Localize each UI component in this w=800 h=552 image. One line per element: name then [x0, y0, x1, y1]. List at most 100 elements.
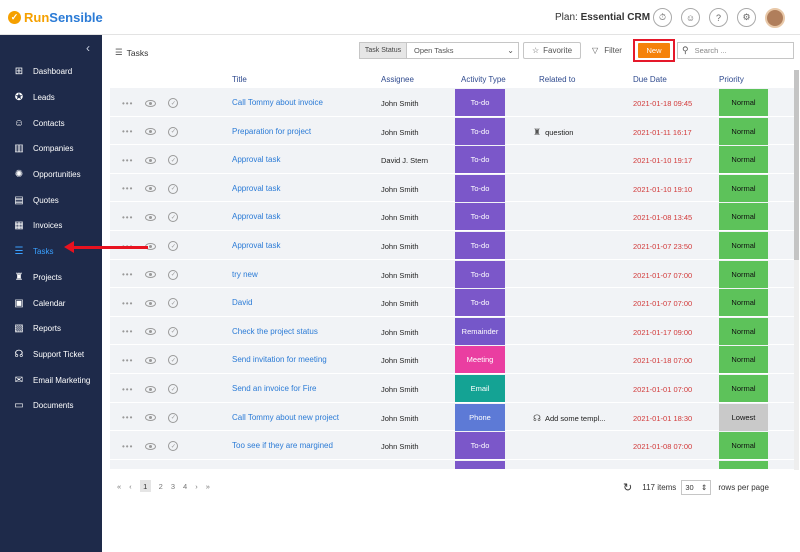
- task-title-link[interactable]: David: [232, 298, 252, 307]
- table-row[interactable]: ••• ✓ Preparation for project John Smith To-…: [110, 116, 796, 146]
- sidebar-item-documents[interactable]: ▭ Documents: [0, 393, 102, 419]
- page-size-select[interactable]: 30 ⇕: [681, 480, 712, 495]
- task-title-link[interactable]: Send invitation for meeting: [232, 355, 327, 364]
- task-title-link[interactable]: Approval task: [232, 155, 280, 164]
- column-due-date[interactable]: Due Date: [633, 75, 667, 84]
- more-actions-icon[interactable]: •••: [122, 385, 133, 394]
- complete-check-icon[interactable]: ✓: [168, 355, 179, 366]
- favorite-button[interactable]: ☆ Favorite: [523, 42, 581, 59]
- eye-icon[interactable]: [145, 356, 157, 364]
- eye-icon[interactable]: [145, 99, 157, 107]
- complete-check-icon[interactable]: ✓: [168, 269, 179, 280]
- table-row[interactable]: •••✓Approval taskJohn SmithTo-do2021-01-…: [110, 231, 796, 260]
- more-actions-icon[interactable]: •••: [122, 413, 133, 422]
- sidebar-item-leads[interactable]: ✪ Leads: [0, 85, 102, 111]
- eye-icon[interactable]: [145, 156, 157, 164]
- sidebar-item-email-marketing[interactable]: ✉ Email Marketing: [0, 367, 102, 393]
- table-row[interactable]: ••• ✓ try new John Smith To-do 2021-01-07 07:…: [110, 259, 796, 289]
- sidebar-item-calendar[interactable]: ▣ Calendar: [0, 290, 102, 316]
- table-row[interactable]: ••• ✓ David John Smith To-do 2021-01-07 07:00…: [110, 288, 796, 317]
- sidebar-item-quotes[interactable]: ▤ Quotes: [0, 187, 102, 213]
- complete-check-icon[interactable]: ✓: [168, 241, 179, 251]
- sidebar-item-opportunities[interactable]: ✺ Opportunities: [0, 162, 102, 188]
- sidebar-item-support-ticket[interactable]: ☊ Support Ticket: [0, 342, 102, 368]
- sidebar-item-reports[interactable]: ▧ Reports: [0, 316, 102, 342]
- sidebar-item-invoices[interactable]: ▦ Invoices: [0, 213, 102, 239]
- table-row[interactable]: ••• ✓ Too see if they are margined John Smi…: [110, 431, 796, 460]
- complete-check-icon[interactable]: ✓: [168, 298, 179, 309]
- prev-page-button[interactable]: ‹: [129, 482, 132, 491]
- table-row[interactable]: ••• ✓ Check the project status John Smith Re…: [110, 316, 796, 346]
- eye-icon[interactable]: [145, 328, 157, 336]
- more-actions-icon[interactable]: •••: [122, 156, 133, 165]
- more-actions-icon[interactable]: •••: [122, 442, 133, 451]
- eye-icon[interactable]: [145, 385, 157, 393]
- help-icon[interactable]: ?: [709, 8, 728, 27]
- filter-button[interactable]: ▽ Filter: [584, 42, 630, 59]
- more-actions-icon[interactable]: •••: [122, 184, 133, 193]
- complete-check-icon[interactable]: ✓: [168, 384, 179, 394]
- column-activity-type[interactable]: Activity Type: [461, 75, 506, 84]
- first-page-button[interactable]: «: [117, 482, 121, 491]
- more-actions-icon[interactable]: •••: [122, 270, 133, 279]
- more-actions-icon[interactable]: •••: [122, 356, 133, 365]
- sidebar-item-contacts[interactable]: ☺ Contacts: [0, 110, 102, 136]
- eye-icon[interactable]: [145, 213, 157, 221]
- more-actions-icon[interactable]: •••: [122, 327, 133, 336]
- complete-check-icon[interactable]: ✓: [168, 212, 179, 223]
- vertical-scrollbar[interactable]: [794, 70, 799, 470]
- task-title-link[interactable]: Preparation for project: [232, 127, 311, 136]
- complete-check-icon[interactable]: ✓: [168, 126, 179, 137]
- eye-icon[interactable]: [145, 185, 157, 193]
- page-4-button[interactable]: 4: [183, 482, 187, 491]
- table-row[interactable]: ••• ✓ Call Tommy about invoice John Smith To…: [110, 88, 796, 117]
- collapse-sidebar-icon[interactable]: ‹: [86, 41, 90, 55]
- column-related-to[interactable]: Related to: [539, 75, 575, 84]
- table-row[interactable]: •••✓we should testJohn SmithTo-do2021-01…: [110, 459, 796, 469]
- task-status-select[interactable]: Open Tasks ⌄: [407, 42, 519, 59]
- task-title-link[interactable]: try new: [232, 270, 258, 279]
- more-actions-icon[interactable]: •••: [122, 127, 133, 136]
- eye-icon[interactable]: [145, 442, 157, 450]
- sidebar-item-companies[interactable]: ▥ Companies: [0, 136, 102, 162]
- table-row[interactable]: ••• ✓ Approval task David J. Stern To-do 2021…: [110, 145, 796, 174]
- new-button[interactable]: New: [638, 43, 670, 58]
- page-1-button[interactable]: 1: [139, 480, 151, 492]
- eye-icon[interactable]: [145, 271, 157, 279]
- complete-check-icon[interactable]: ✓: [168, 183, 179, 194]
- notification-icon[interactable]: ☺: [681, 8, 700, 27]
- related-to[interactable]: ☊ Add some templ...: [533, 413, 605, 424]
- more-actions-icon[interactable]: •••: [122, 213, 133, 222]
- page-2-button[interactable]: 2: [159, 482, 163, 491]
- eye-icon[interactable]: [145, 414, 157, 422]
- eye-icon[interactable]: [145, 299, 157, 307]
- task-title-link[interactable]: Approval task: [232, 212, 280, 221]
- sidebar-item-dashboard[interactable]: ⊞ Dashboard: [0, 59, 102, 85]
- search-input[interactable]: ⚲ Search ...: [677, 42, 794, 59]
- column-assignee[interactable]: Assignee: [381, 75, 414, 84]
- more-actions-icon[interactable]: •••: [122, 299, 133, 308]
- column-title[interactable]: Title: [232, 75, 247, 84]
- complete-check-icon[interactable]: ✓: [168, 155, 179, 166]
- complete-check-icon[interactable]: ✓: [168, 441, 179, 452]
- eye-icon[interactable]: [145, 128, 157, 136]
- complete-check-icon[interactable]: ✓: [168, 98, 179, 108]
- gear-icon[interactable]: ⚙: [737, 8, 756, 27]
- refresh-icon[interactable]: ↻: [623, 481, 632, 494]
- complete-check-icon[interactable]: ✓: [168, 326, 179, 337]
- more-actions-icon[interactable]: •••: [122, 99, 133, 108]
- task-title-link[interactable]: Send an invoice for Fire: [232, 384, 317, 393]
- scrollbar-thumb[interactable]: [794, 70, 799, 260]
- sidebar-item-projects[interactable]: ♜ Projects: [0, 265, 102, 291]
- timer-icon[interactable]: ⏱: [653, 8, 672, 27]
- runsensible-logo[interactable]: ✓ Run Sensible: [8, 10, 103, 25]
- complete-check-icon[interactable]: ✓: [168, 412, 179, 423]
- table-row[interactable]: •••✓Approval taskJohn SmithTo-do2021-01-…: [110, 202, 796, 231]
- next-page-button[interactable]: ›: [195, 482, 198, 491]
- task-title-link[interactable]: Call Tommy about new project: [232, 413, 339, 422]
- task-title-link[interactable]: Call Tommy about invoice: [232, 98, 323, 107]
- related-to[interactable]: ♜ question: [533, 127, 573, 138]
- page-3-button[interactable]: 3: [171, 482, 175, 491]
- task-title-link[interactable]: Approval task: [232, 241, 280, 250]
- table-row[interactable]: •••✓Approval taskJohn SmithTo-do2021-01-…: [110, 173, 796, 203]
